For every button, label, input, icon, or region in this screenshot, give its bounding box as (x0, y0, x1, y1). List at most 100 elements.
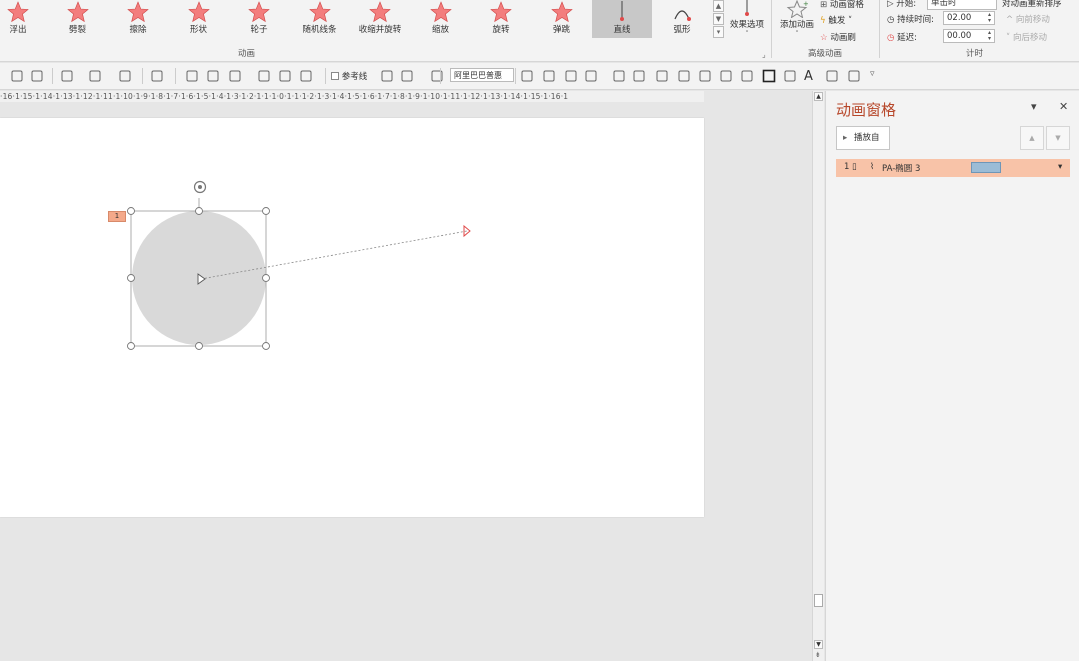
animation-option-10[interactable]: 弹跳 (532, 0, 592, 38)
animation-option-label: 轮子 (250, 25, 268, 35)
vertical-scrollbar[interactable]: ▲ ▼ ⇟ (812, 91, 824, 661)
animation-item-index: 1 (844, 162, 850, 172)
font-select[interactable]: 阿里巴巴普惠 (450, 68, 514, 82)
animation-option-4[interactable]: 形状 (169, 0, 229, 38)
zoom-star-icon (429, 1, 452, 23)
animation-pane-button[interactable]: ⊞ 动画窗格 (820, 0, 864, 10)
animation-option-7[interactable]: 收缩并旋转 (350, 0, 410, 38)
animation-option-6[interactable]: 随机线条 (290, 0, 350, 38)
gallery-up-button[interactable]: ▲ (713, 0, 724, 12)
eyedropper-icon[interactable] (278, 69, 292, 83)
close-icon[interactable]: ✕ (1059, 100, 1068, 113)
add-animation-star-icon: + (786, 0, 808, 18)
move-earlier-button[interactable]: ^ 向前移动 (1006, 13, 1050, 25)
picture-icon[interactable] (150, 69, 164, 83)
rectangle-icon[interactable] (677, 69, 691, 83)
gallery-down-button[interactable]: ▼ (713, 13, 724, 25)
animation-painter-button[interactable]: ☆ 动画刷 (820, 31, 856, 43)
duration-spinner[interactable]: ▴ ▾ (985, 12, 994, 24)
border-box-icon[interactable] (762, 69, 776, 83)
effect-options-button[interactable]: 效果选项 ˅ (728, 0, 766, 40)
animation-option-3[interactable]: 擦除 (108, 0, 168, 38)
quick-toolbar: 参考线 阿里巴巴普惠 A ▿ (0, 63, 1079, 90)
arrange-icon[interactable] (30, 69, 44, 83)
animation-option-8[interactable]: 缩放 (411, 0, 471, 38)
play-from-button[interactable]: ▸ 播放自 (836, 126, 890, 150)
animation-option-9[interactable]: 旋转 (471, 0, 531, 38)
move-later-button[interactable]: ˅ 向后移动 (1006, 31, 1047, 43)
animation-option-12[interactable]: 弧形 (652, 0, 712, 38)
rounded-rect-icon[interactable] (698, 69, 712, 83)
circle-fill-icon[interactable] (380, 69, 394, 83)
chart-icon[interactable] (783, 69, 797, 83)
horizontal-ruler: ·16·1·15·1·14·1·13·1·12·1·11·1·10·1·9·1·… (0, 91, 704, 102)
crop-icon[interactable] (400, 69, 414, 83)
fill-color-icon[interactable] (228, 69, 242, 83)
animation-option-11[interactable]: 直线 (592, 0, 652, 38)
text-a-icon[interactable]: A (804, 69, 818, 84)
chevron-down-icon: ˅ (1006, 33, 1011, 43)
guides-checkbox[interactable]: 参考线 (331, 70, 367, 82)
format-painter-icon[interactable] (118, 69, 132, 83)
next-slide-icon[interactable]: ⇟ (815, 651, 821, 659)
image-icon[interactable] (584, 69, 598, 83)
pane-options-chevron-icon[interactable]: ▾ (1031, 100, 1037, 113)
visibility-icon[interactable] (612, 69, 626, 83)
start-select[interactable]: 单击时 ˅ (927, 0, 997, 10)
bounce-star-icon (550, 1, 573, 23)
trigger-button[interactable]: ϟ 触发 ˅ (820, 14, 852, 26)
shape-fill-icon[interactable] (60, 69, 74, 83)
animation-option-1[interactable]: 浮出 (0, 0, 48, 38)
toolbar-separator (175, 68, 176, 84)
add-animation-label: 添加动画 (779, 20, 814, 30)
effect-options-label: 效果选项 (729, 20, 764, 30)
gallery-scroll: ▲ ▼ ▾ (713, 0, 724, 38)
star-icon[interactable] (564, 69, 578, 83)
group-icon[interactable] (632, 69, 646, 83)
animation-order-tag[interactable]: 1 (108, 211, 126, 222)
animation-list-item[interactable]: 1 ▯ ⌇ PA-椭圆 3 ▾ (836, 159, 1070, 177)
animation-option-5[interactable]: 轮子 (229, 0, 289, 38)
animation-painter-label: 动画刷 (830, 33, 856, 43)
delay-input[interactable]: 00.00 ▴ ▾ (943, 29, 995, 43)
animation-option-2[interactable]: 劈裂 (48, 0, 108, 38)
item-dropdown-chevron-icon[interactable]: ▾ (1058, 162, 1062, 172)
timing-group-label: 计时 (966, 49, 984, 59)
pen-icon[interactable] (185, 69, 199, 83)
animation-dialog-launcher[interactable]: ⌟ (762, 50, 766, 59)
text-box-icon[interactable] (257, 69, 271, 83)
gallery-more-button[interactable]: ▾ (713, 26, 724, 38)
animation-pane: 动画窗格 ▾ ✕ ▸ 播放自 ▲ ▼ 1 ▯ ⌇ PA-椭圆 3 ▾ (825, 91, 1079, 661)
link-icon[interactable] (740, 69, 754, 83)
move-down-button[interactable]: ▼ (1046, 126, 1070, 150)
animation-option-label: 擦除 (129, 25, 147, 35)
slide[interactable]: 1 (0, 118, 704, 517)
copy-slide-icon[interactable] (10, 69, 24, 83)
move-up-button[interactable]: ▲ (1020, 126, 1044, 150)
highlighter-icon[interactable] (430, 69, 444, 83)
duplicate-icon[interactable] (520, 69, 534, 83)
animation-option-label: 直线 (613, 25, 631, 35)
scroll-up-button[interactable]: ▲ (814, 92, 823, 101)
mouse-click-icon: ▯ (852, 162, 857, 172)
duration-input[interactable]: 02.00 ▴ ▾ (943, 11, 995, 25)
float-in-star-icon (7, 1, 29, 23)
line-style-icon[interactable] (88, 69, 102, 83)
image-frame-icon[interactable] (825, 69, 839, 83)
scroll-thumb[interactable] (814, 594, 823, 607)
animation-option-label: 弹跳 (552, 25, 570, 35)
rotate-handle-icon[interactable] (193, 180, 207, 194)
pin-icon[interactable] (655, 69, 669, 83)
ribbon: 浮出 劈裂 擦除 形状 轮子 随机线条 收缩并旋转 缩放 旋转 弹跳 直线 弧形 ▲ ▼ ▾ 效果选项… (0, 0, 1079, 62)
scroll-down-button[interactable]: ▼ (814, 640, 823, 649)
more-options-icon[interactable]: ▿ (870, 69, 884, 83)
delay-spinner[interactable]: ▴ ▾ (985, 30, 994, 42)
timing-bar[interactable] (971, 162, 1001, 173)
stack-icon[interactable] (719, 69, 733, 83)
animation-option-label: 随机线条 (302, 25, 337, 35)
expand-icon[interactable] (847, 69, 861, 83)
add-animation-button[interactable]: + 添加动画 ˅ (777, 0, 817, 40)
eyedropper-alt-icon[interactable] (299, 69, 313, 83)
copy-icon[interactable] (542, 69, 556, 83)
pencil-icon[interactable] (206, 69, 220, 83)
